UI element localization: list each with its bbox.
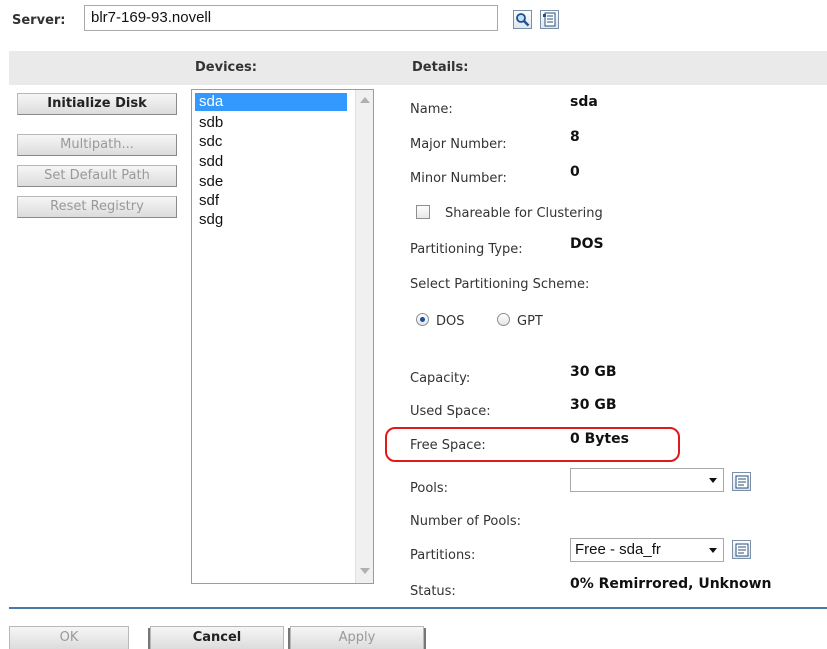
device-item-sdc[interactable]: sdc [195,133,347,151]
device-item-sdd[interactable]: sdd [195,153,347,171]
set-default-path-button[interactable]: Set Default Path [17,165,177,187]
gpt-radio[interactable] [497,313,510,326]
shareable-label: Shareable for Clustering [445,206,603,221]
partitions-details-icon[interactable] [732,540,751,559]
minor-number-value: 0 [570,164,580,180]
device-item-sde[interactable]: sde [195,173,347,191]
dos-radio[interactable] [416,313,429,326]
status-label: Status: [410,584,456,599]
used-space-value: 30 GB [570,397,617,413]
gpt-radio-label: GPT [517,314,543,329]
multipath-button[interactable]: Multipath... [17,134,177,156]
free-space-highlight [385,427,680,462]
partitioning-type-label: Partitioning Type: [410,242,523,257]
name-label: Name: [410,102,453,117]
partitions-select[interactable]: Free - sda_fr [570,538,724,562]
minor-number-label: Minor Number: [410,171,507,186]
ok-button[interactable]: OK [9,626,129,649]
magnifier-icon[interactable] [513,10,532,29]
scroll-down-icon[interactable] [360,568,370,574]
device-item-sdg[interactable]: sdg [195,211,347,229]
partitioning-scheme-label: Select Partitioning Scheme: [410,277,590,292]
shareable-checkbox[interactable] [416,205,430,219]
details-header: Details: [412,60,469,75]
cancel-button[interactable]: Cancel [150,626,284,649]
partitions-select-value: Free - sda_fr [575,541,661,558]
chevron-down-icon [709,478,717,483]
device-item-sdf[interactable]: sdf [195,192,347,210]
scroll-up-icon[interactable] [360,97,370,103]
apply-button[interactable]: Apply [290,626,424,649]
button-separator [424,628,426,649]
server-label: Server: [12,13,66,28]
status-value: 0% Remirrored, Unknown [570,576,772,592]
pools-select[interactable] [570,468,724,492]
device-item-sda[interactable]: sda [195,93,347,111]
tree-browse-icon[interactable] [540,10,559,29]
name-value: sda [570,94,598,110]
divider [9,607,827,609]
partitions-label: Partitions: [410,548,476,563]
number-of-pools-label: Number of Pools: [410,514,522,529]
capacity-label: Capacity: [410,371,471,386]
server-input[interactable]: blr7-169-93.novell [84,5,498,31]
devices-scrollbar[interactable] [355,90,373,583]
initialize-disk-button[interactable]: Initialize Disk [17,93,177,115]
device-item-sdb[interactable]: sdb [195,114,347,132]
partitioning-type-value: DOS [570,236,604,252]
used-space-label: Used Space: [410,404,491,419]
dos-radio-label: DOS [436,314,465,329]
major-number-value: 8 [570,129,580,145]
pools-label: Pools: [410,481,449,496]
major-number-label: Major Number: [410,137,507,152]
devices-header: Devices: [195,60,257,75]
devices-list[interactable]: sda sdb sdc sdd sde sdf sdg [191,89,374,584]
chevron-down-icon [709,548,717,553]
pools-details-icon[interactable] [732,472,751,491]
capacity-value: 30 GB [570,364,617,380]
reset-registry-button[interactable]: Reset Registry [17,196,177,218]
